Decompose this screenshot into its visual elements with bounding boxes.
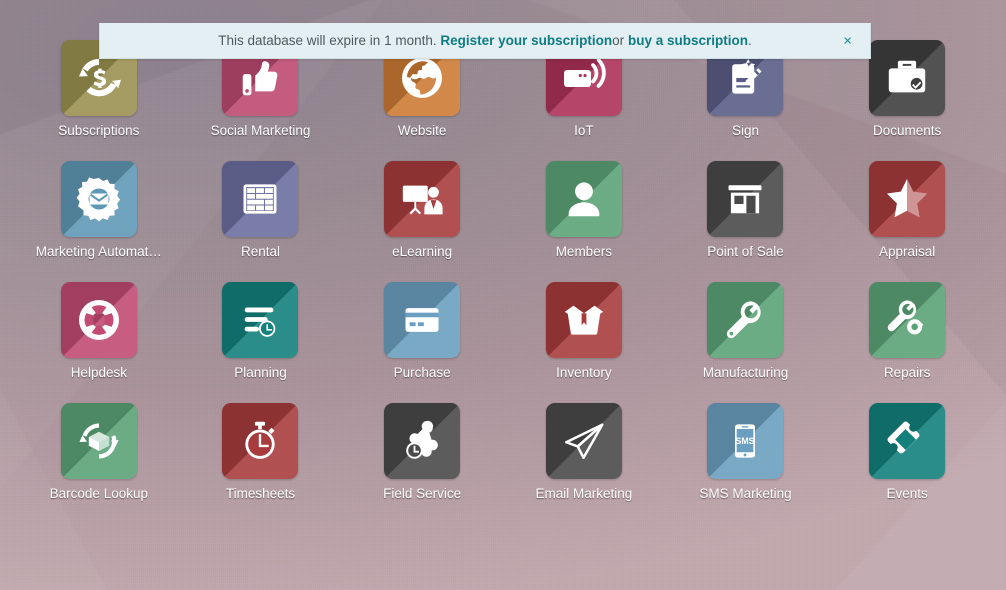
app-label: Planning xyxy=(234,365,287,380)
app-label: Appraisal xyxy=(879,244,936,259)
app-tile-planning[interactable]: Planning xyxy=(180,282,342,403)
banner-period: . xyxy=(747,33,752,48)
app-label: Field Service xyxy=(383,486,462,501)
manufacturing-icon[interactable] xyxy=(707,282,784,358)
app-label: Rental xyxy=(240,244,280,259)
app-tile-inventory[interactable]: Inventory xyxy=(503,282,665,403)
close-icon[interactable]: × xyxy=(839,31,856,50)
app-label: Marketing Automat… xyxy=(35,244,162,259)
app-label: Point of Sale xyxy=(707,244,784,259)
app-label: Website xyxy=(397,123,447,138)
app-label: IoT xyxy=(574,123,594,138)
app-label: Social Marketing xyxy=(210,123,311,138)
app-tile-members[interactable]: Members xyxy=(503,161,665,282)
rental-icon[interactable] xyxy=(222,161,299,237)
app-tile-elearning[interactable]: eLearning xyxy=(341,161,503,282)
app-label: Repairs xyxy=(883,365,931,380)
ticket-icon[interactable] xyxy=(869,403,946,479)
point-of-sale-icon[interactable] xyxy=(707,161,784,237)
app-label: Helpdesk xyxy=(70,365,127,380)
app-label: Email Marketing xyxy=(535,486,633,501)
planning-icon[interactable] xyxy=(222,282,299,358)
app-tile-marketing-automat[interactable]: Marketing Automat… xyxy=(18,161,180,282)
app-label: Sign xyxy=(731,123,759,138)
product-cycle-icon[interactable] xyxy=(60,403,137,479)
app-label: Documents xyxy=(873,123,942,138)
app-tile-email-marketing[interactable]: Email Marketing xyxy=(503,403,665,524)
elearning-icon[interactable] xyxy=(384,161,461,237)
sms-icon[interactable]: SMS xyxy=(707,403,784,479)
app-label: Barcode Lookup xyxy=(49,486,148,501)
register-subscription-link[interactable]: Register your subscription xyxy=(440,33,612,48)
app-label: Inventory xyxy=(556,365,612,380)
paper-plane-icon[interactable] xyxy=(545,403,622,479)
stopwatch-icon[interactable] xyxy=(222,403,299,479)
app-label: Subscriptions xyxy=(58,123,140,138)
banner-conjunction: or xyxy=(612,33,625,48)
app-tile-appraisal[interactable]: Appraisal xyxy=(826,161,988,282)
app-tile-field-service[interactable]: Field Service xyxy=(341,403,503,524)
app-tile-repairs[interactable]: Repairs xyxy=(826,282,988,403)
appraisal-icon[interactable] xyxy=(869,161,946,237)
documents-icon[interactable] xyxy=(869,40,946,116)
app-tile-sms-marketing[interactable]: SMS SMS Marketing xyxy=(665,403,827,524)
members-icon[interactable] xyxy=(545,161,622,237)
app-tile-manufacturing[interactable]: Manufacturing xyxy=(665,282,827,403)
app-tile-purchase[interactable]: Purchase xyxy=(341,282,503,403)
app-label: Manufacturing xyxy=(702,365,789,380)
buy-subscription-link[interactable]: buy a subscription xyxy=(628,33,748,48)
app-tile-timesheets[interactable]: Timesheets xyxy=(180,403,342,524)
repairs-icon[interactable] xyxy=(869,282,946,358)
app-label: SMS Marketing xyxy=(699,486,792,501)
banner-text-before: This database will expire in 1 month. xyxy=(218,33,437,48)
database-expiry-banner: This database will expire in 1 month. Re… xyxy=(99,23,871,59)
app-tile-helpdesk[interactable]: Helpdesk xyxy=(18,282,180,403)
app-tile-barcode-lookup[interactable]: Barcode Lookup xyxy=(18,403,180,524)
app-tile-point-of-sale[interactable]: Point of Sale xyxy=(665,161,827,282)
app-label: Purchase xyxy=(393,365,451,380)
app-label: Members xyxy=(555,244,612,259)
app-label: Timesheets xyxy=(225,486,296,501)
field-service-icon[interactable] xyxy=(384,403,461,479)
app-tile-rental[interactable]: Rental xyxy=(180,161,342,282)
purchase-icon[interactable] xyxy=(384,282,461,358)
app-label: Events xyxy=(886,486,928,501)
helpdesk-icon[interactable] xyxy=(60,282,137,358)
svg-text:SMS: SMS xyxy=(736,436,755,446)
inventory-icon[interactable] xyxy=(545,282,622,358)
apps-grid: Subscriptions Social Marketing Website I… xyxy=(0,0,1006,590)
app-label: eLearning xyxy=(392,244,453,259)
banner-message: This database will expire in 1 month. Re… xyxy=(218,33,752,48)
marketing-automation-icon[interactable] xyxy=(60,161,137,237)
app-tile-events[interactable]: Events xyxy=(826,403,988,524)
